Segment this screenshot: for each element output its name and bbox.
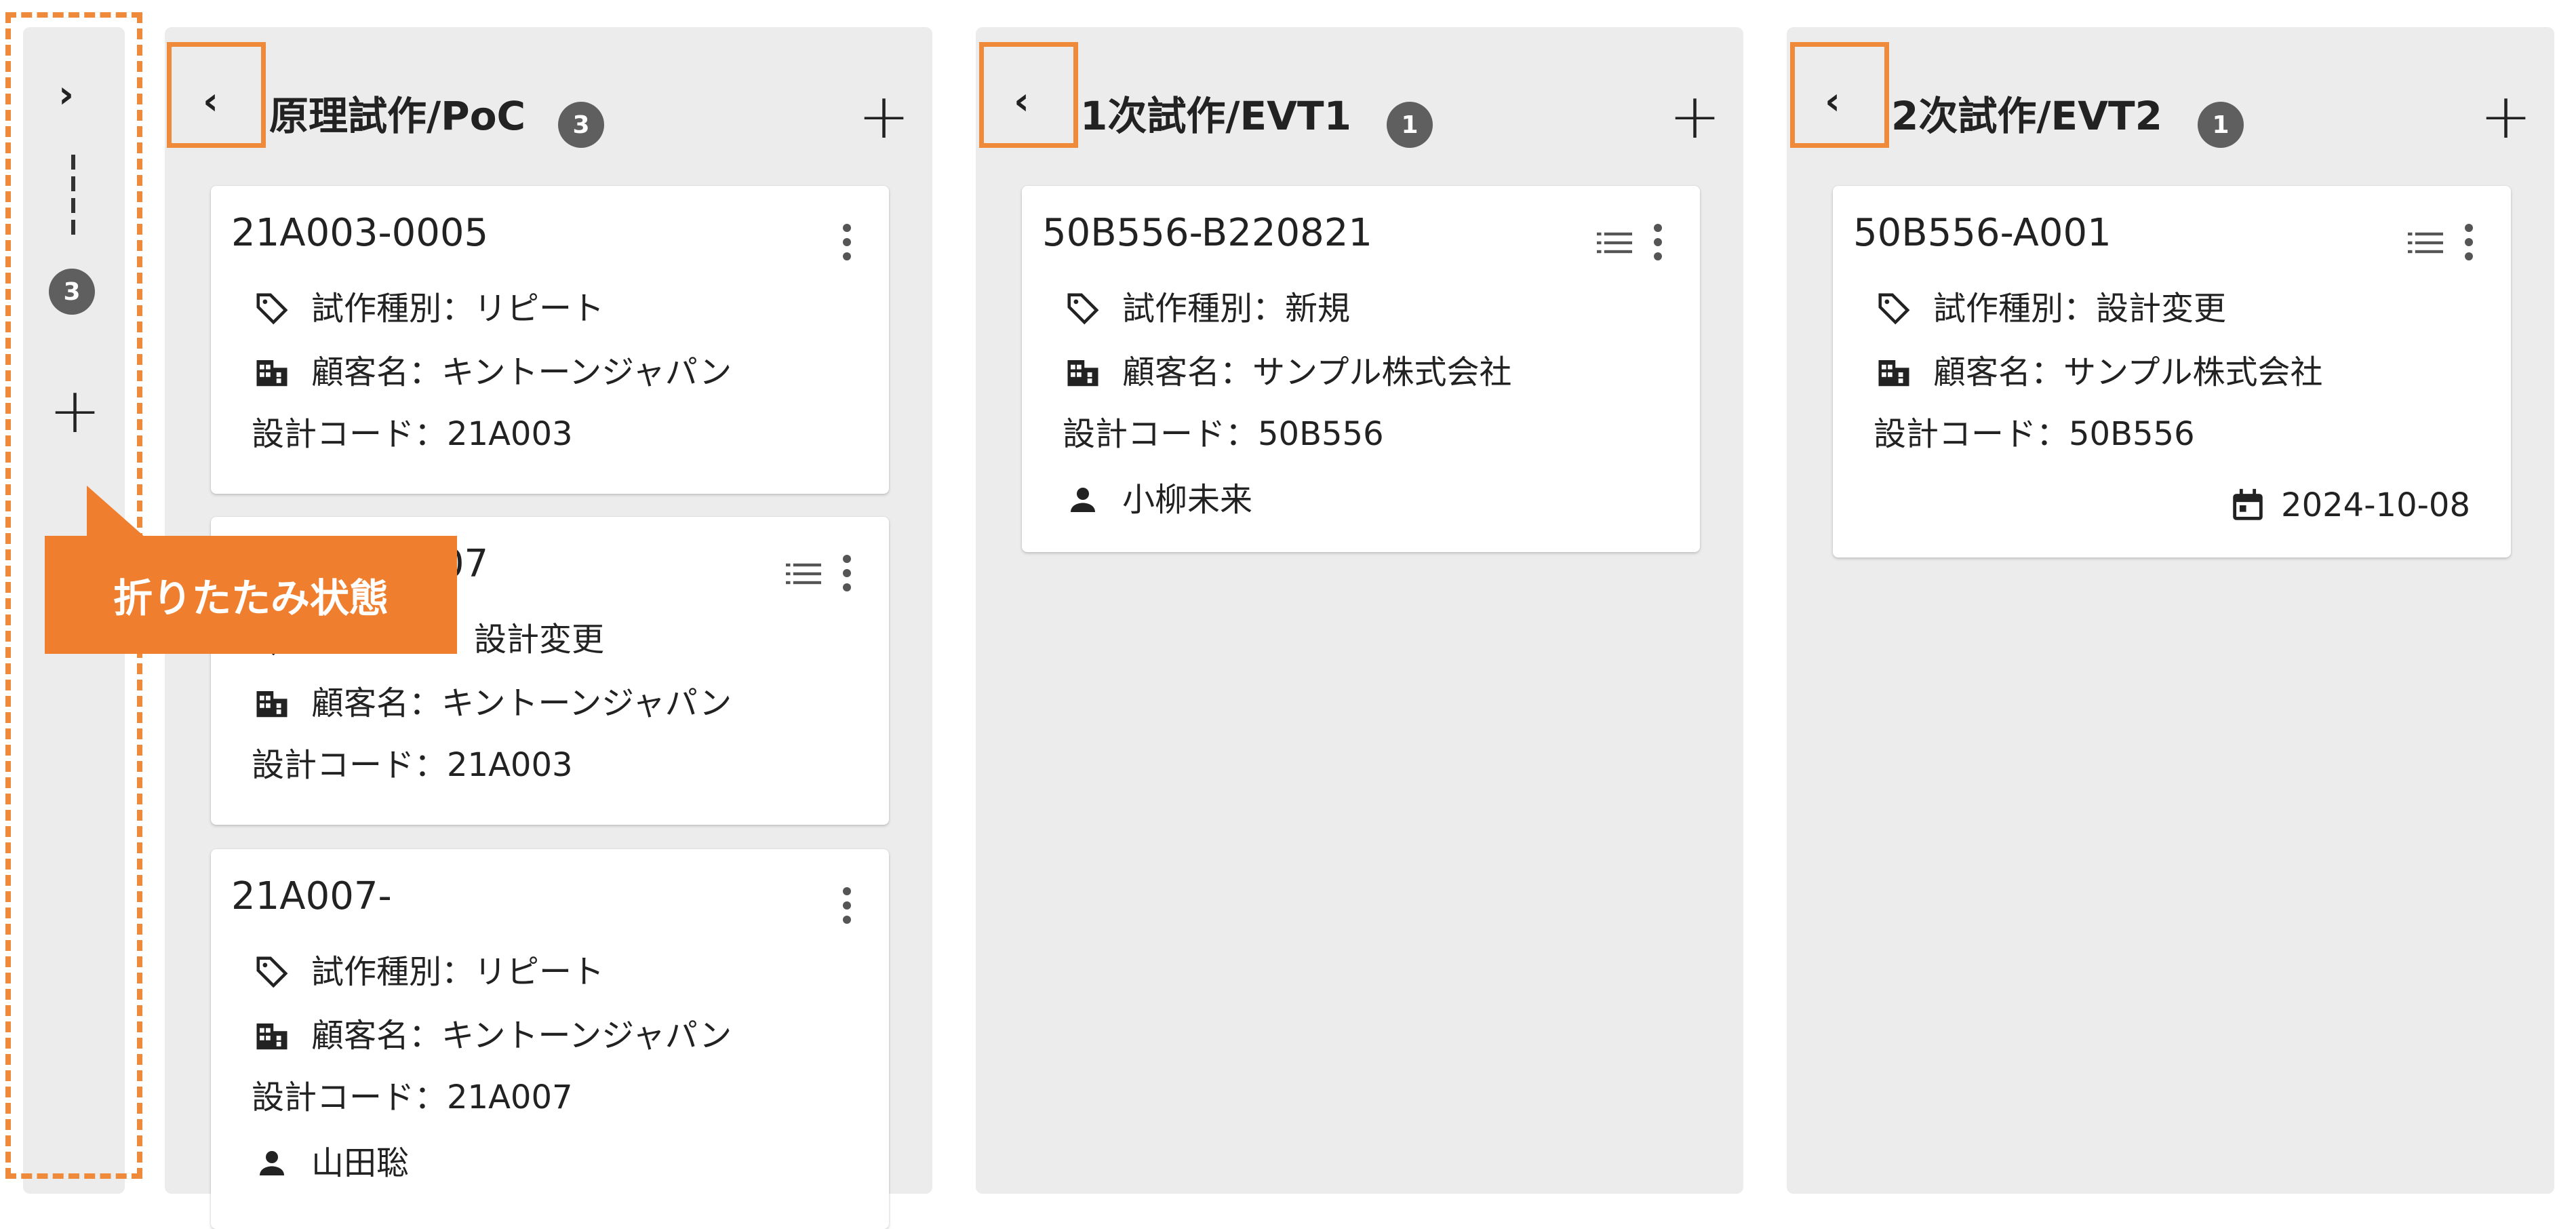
more-vert-icon[interactable] (843, 555, 852, 598)
column-count-badge: 3 (558, 102, 604, 148)
assignee-row: 小柳未来 (1063, 482, 1252, 518)
customer-row: 顧客名：サンプル株式会社 (1063, 354, 1512, 391)
record-id: 21A007- (231, 874, 392, 918)
calendar-icon (2233, 488, 2263, 520)
type-label: 試作種別：リピート (311, 953, 605, 991)
list-icon[interactable] (786, 562, 821, 586)
code-label: 設計コード：21A003 (252, 415, 573, 453)
customer-label: 顧客名：サンプル株式会社 (1933, 353, 2323, 391)
assignee-row: 山田聡 (252, 1145, 409, 1182)
type-label: 試作種別：リピート (311, 290, 605, 328)
more-vert-icon[interactable] (843, 224, 852, 267)
code-label: 設計コード：50B556 (1063, 415, 1384, 453)
column-count-badge: 1 (2198, 102, 2244, 148)
tag-icon (256, 293, 288, 325)
building-icon (256, 360, 288, 387)
collapse-button-highlight (167, 42, 266, 148)
person-icon (260, 1151, 284, 1175)
add-card-button[interactable]: + (858, 85, 910, 148)
record-card[interactable]: 21A003-0005 試作種別：リピート 顧客名：キントーンジャパン 設計コー… (211, 186, 889, 494)
list-icon[interactable] (2408, 231, 2443, 255)
collapse-button-highlight (979, 42, 1078, 148)
customer-row: 顧客名：サンプル株式会社 (1874, 354, 2323, 391)
code-label: 設計コード：21A003 (252, 746, 573, 784)
column-title: 1次試作/EVT1 (1080, 93, 1351, 139)
column-evt2: ‹ 2次試作/EVT2 1 + 50B556-A001 試作種別：設計変更 顧客… (1787, 27, 2554, 1194)
date-row: 2024-10-08 (2228, 486, 2470, 525)
callout-pointer (87, 486, 145, 537)
record-card[interactable]: 21A007- 試作種別：リピート 顧客名：キントーンジャパン 設計コード：21… (211, 849, 889, 1229)
type-row: 試作種別：リピート (252, 290, 604, 327)
assignee-label: 小柳未来 (1122, 481, 1253, 519)
code-label: 設計コード：21A007 (252, 1078, 573, 1116)
column-evt1: ‹ 1次試作/EVT1 1 + 50B556-B220821 試作種別：新規 顧… (976, 27, 1743, 1194)
tag-icon (1067, 293, 1099, 325)
customer-row: 顧客名：キントーンジャパン (252, 685, 732, 722)
add-card-button[interactable]: + (2480, 85, 2532, 148)
tag-icon (256, 956, 288, 988)
type-label: 試作種別：新規 (1122, 290, 1351, 328)
customer-label: 顧客名：キントーンジャパン (311, 684, 732, 722)
date-label: 2024-10-08 (2281, 486, 2470, 524)
record-id: 50B556-B220821 (1042, 211, 1372, 255)
person-icon (1071, 488, 1095, 512)
record-card[interactable]: 50B556-A001 試作種別：設計変更 顧客名：サンプル株式会社 設計コード… (1833, 186, 2511, 558)
column-title: 原理試作/PoC (269, 93, 526, 139)
customer-label: 顧客名：キントーンジャパン (311, 353, 732, 391)
building-icon (1878, 360, 1909, 387)
tag-icon (1878, 293, 1910, 325)
type-label: 試作種別：設計変更 (1933, 290, 2227, 328)
record-id: 50B556-A001 (1853, 211, 2112, 255)
collapse-button-highlight (1790, 42, 1889, 148)
customer-row: 顧客名：キントーンジャパン (252, 1017, 732, 1054)
customer-label: 顧客名：サンプル株式会社 (1122, 353, 1512, 391)
customer-row: 顧客名：キントーンジャパン (252, 354, 732, 391)
add-card-button[interactable]: + (1669, 85, 1721, 148)
type-row: 試作種別：新規 (1063, 290, 1350, 327)
record-card[interactable]: 50B556-B220821 試作種別：新規 顧客名：サンプル株式会社 設計コー… (1022, 186, 1700, 552)
assignee-label: 山田聡 (311, 1144, 410, 1182)
record-id: 21A003-0005 (231, 211, 489, 255)
column-title: 2次試作/EVT2 (1891, 93, 2162, 139)
type-row: 試作種別：リピート (252, 954, 604, 990)
code-label: 設計コード：50B556 (1874, 415, 2195, 453)
building-icon (256, 691, 288, 718)
more-vert-icon[interactable] (843, 887, 852, 930)
building-icon (256, 1023, 288, 1050)
building-icon (1067, 360, 1098, 387)
more-vert-icon[interactable] (1654, 224, 1663, 267)
customer-label: 顧客名：キントーンジャパン (311, 1017, 732, 1055)
more-vert-icon[interactable] (2465, 224, 2474, 267)
column-count-badge: 1 (1387, 102, 1433, 148)
type-row: 試作種別：設計変更 (1874, 290, 2226, 327)
collapsed-state-callout: 折りたたみ状態 (45, 536, 457, 654)
list-icon[interactable] (1597, 231, 1632, 255)
